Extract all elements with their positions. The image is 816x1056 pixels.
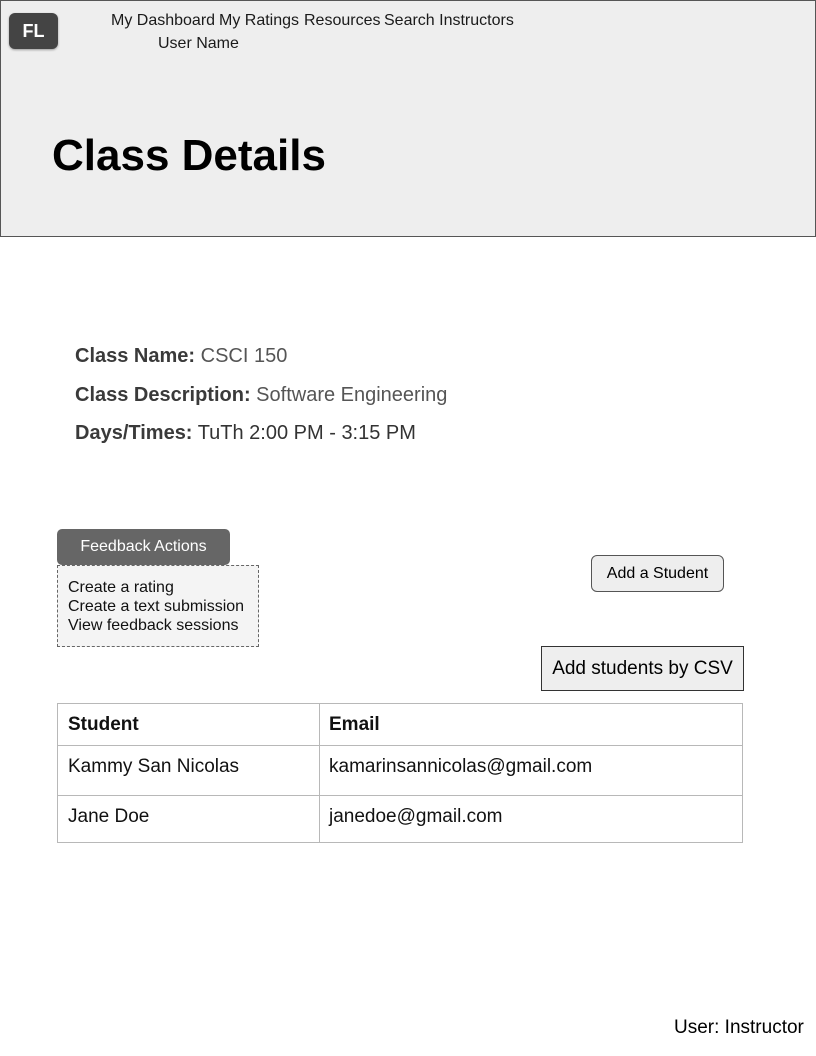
page-title: Class Details: [52, 131, 326, 180]
class-name-row: Class Name: CSCI 150: [75, 344, 287, 368]
nav-link-resources[interactable]: Resources: [304, 12, 380, 30]
table-row-divider: [58, 795, 742, 796]
table-header-divider: [58, 745, 742, 746]
user-menu-label: User Name: [158, 35, 239, 52]
days-times-row: Days/Times: TuTh 2:00 PM - 3:15 PM: [75, 421, 416, 445]
column-header-email-label: Email: [329, 714, 380, 735]
nav-link-my-ratings[interactable]: My Ratings: [219, 12, 299, 30]
column-header-student[interactable]: Student: [68, 714, 139, 736]
class-name-label: Class Name:: [75, 345, 196, 367]
class-name-value: CSCI 150: [200, 345, 288, 367]
user-menu-button[interactable]: User Name: [158, 35, 239, 53]
feedback-actions-label: Feedback Actions: [80, 538, 207, 555]
app-logo[interactable]: FL: [9, 13, 58, 49]
table-column-divider: [319, 704, 320, 842]
menu-item-view-feedback-sessions[interactable]: View feedback sessions: [68, 616, 238, 635]
table-cell-student-email: janedoe@gmail.com: [329, 806, 503, 827]
class-description-value: Software Engineering: [256, 384, 448, 406]
column-header-email[interactable]: Email: [329, 714, 380, 736]
days-times-value: TuTh 2:00 PM - 3:15 PM: [197, 422, 416, 444]
class-description-row: Class Description: Software Engineering: [75, 383, 447, 407]
table-cell-student-name: Kammy San Nicolas: [68, 756, 240, 777]
nav-link-search-instructors[interactable]: Search Instructors: [384, 12, 514, 30]
menu-item-create-rating[interactable]: Create a rating: [68, 578, 174, 597]
add-students-csv-button[interactable]: Add students by CSV: [541, 646, 744, 691]
menu-item-create-text-submission[interactable]: Create a text submission: [68, 597, 244, 616]
top-nav-bar: [0, 0, 816, 63]
nav-link-my-dashboard[interactable]: My Dashboard: [111, 12, 215, 30]
table-cell-student-name: Jane Doe: [68, 806, 150, 827]
feedback-actions-button[interactable]: Feedback Actions: [57, 529, 230, 565]
days-times-label: Days/Times:: [75, 422, 193, 444]
user-role-label: User: Instructor: [674, 1017, 804, 1038]
column-header-student-label: Student: [68, 714, 139, 735]
table-cell-student-email: kamarinsannicolas@gmail.com: [329, 756, 593, 777]
feedback-actions-menu: Create a rating Create a text submission…: [57, 565, 259, 647]
add-student-button[interactable]: Add a Student: [591, 555, 724, 592]
student-table: Student Email Kammy San Nicolas kamarins…: [57, 703, 743, 843]
class-description-label: Class Description:: [75, 384, 251, 406]
